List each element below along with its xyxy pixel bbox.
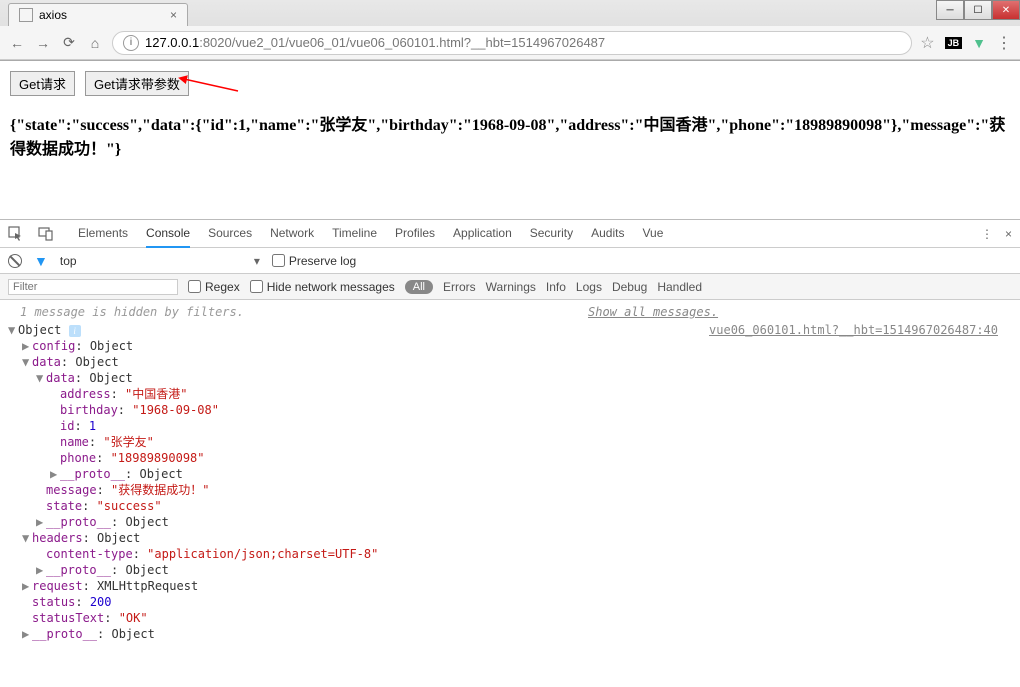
tree-row[interactable]: ▶config: Object	[8, 338, 1012, 354]
tab-profiles[interactable]: Profiles	[395, 220, 435, 248]
devtools-panel: Elements Console Sources Network Timelin…	[0, 219, 1020, 687]
home-button[interactable]: ⌂	[86, 34, 104, 52]
tree-row: birthday: "1968-09-08"	[8, 402, 1012, 418]
regex-checkbox[interactable]: Regex	[188, 280, 240, 294]
tab-console[interactable]: Console	[146, 220, 190, 248]
tree-row: name: "张学友"	[8, 434, 1012, 450]
tab-elements[interactable]: Elements	[78, 220, 128, 248]
inspect-icon[interactable]	[8, 226, 24, 242]
tree-row: address: "中国香港"	[8, 386, 1012, 402]
tab-application[interactable]: Application	[453, 220, 512, 248]
minimize-button[interactable]: ─	[936, 0, 964, 20]
console-filterbar: Regex Hide network messages All Errors W…	[0, 274, 1020, 300]
tree-row: phone: "18989890098"	[8, 450, 1012, 466]
context-dropdown[interactable]: top	[60, 254, 260, 268]
tab-close-icon[interactable]: ×	[170, 8, 177, 22]
tree-row[interactable]: ▼data: Object	[8, 354, 1012, 370]
tree-row[interactable]: ▶__proto__: Object	[8, 626, 1012, 642]
tab-title: axios	[39, 8, 67, 22]
forward-button[interactable]: →	[34, 34, 52, 52]
vue-devtools-icon[interactable]: ▼	[972, 35, 986, 51]
url-port: :8020	[199, 35, 232, 50]
tree-row[interactable]: ▼data: Object	[8, 370, 1012, 386]
console-body: 1 message is hidden by filters. Show all…	[0, 300, 1020, 687]
show-all-link[interactable]: Show all messages.	[588, 304, 718, 320]
tree-row[interactable]: ▶request: XMLHttpRequest	[8, 578, 1012, 594]
address-bar: ← → ⟳ ⌂ i 127.0.0.1:8020/vue2_01/vue06_0…	[0, 26, 1020, 60]
tab-audits[interactable]: Audits	[591, 220, 624, 248]
close-button[interactable]: ✕	[992, 0, 1020, 20]
filter-all-pill[interactable]: All	[405, 280, 433, 294]
filter-errors[interactable]: Errors	[443, 280, 476, 294]
hide-network-checkbox[interactable]: Hide network messages	[250, 280, 395, 294]
tree-row: status: 200	[8, 594, 1012, 610]
filter-warnings[interactable]: Warnings	[486, 280, 536, 294]
url-host: 127.0.0.1	[145, 35, 199, 50]
tree-row: id: 1	[8, 418, 1012, 434]
window-controls: ─ ☐ ✕	[936, 0, 1020, 20]
tab-network[interactable]: Network	[270, 220, 314, 248]
menu-icon[interactable]: ⋮	[996, 33, 1012, 53]
bookmark-icon[interactable]: ☆	[920, 33, 934, 53]
tree-row[interactable]: ▶__proto__: Object	[8, 466, 1012, 482]
tab-bar: axios ×	[0, 0, 1020, 26]
devtools-tabs: Elements Console Sources Network Timelin…	[78, 220, 663, 248]
devtools-close-icon[interactable]: ×	[1005, 227, 1012, 241]
devtools-header: Elements Console Sources Network Timelin…	[0, 220, 1020, 248]
tree-row[interactable]: ▶__proto__: Object	[8, 514, 1012, 530]
tree-row: state: "success"	[8, 498, 1012, 514]
json-output: {"state":"success","data":{"id":1,"name"…	[10, 114, 1010, 162]
jb-extension-icon[interactable]: JB	[945, 37, 963, 49]
url-path: /vue2_01/vue06_01/vue06_060101.html?__hb…	[232, 35, 605, 50]
source-link[interactable]: vue06_060101.html?__hbt=1514967026487:40	[709, 322, 998, 338]
tab-security[interactable]: Security	[530, 220, 573, 248]
tree-row[interactable]: ▼headers: Object	[8, 530, 1012, 546]
page-content: Get请求 Get请求带参数 {"state":"success","data"…	[0, 61, 1020, 172]
tree-row: message: "获得数据成功！"	[8, 482, 1012, 498]
reload-button[interactable]: ⟳	[60, 34, 78, 52]
tree-row: statusText: "OK"	[8, 610, 1012, 626]
browser-tab[interactable]: axios ×	[8, 3, 188, 26]
filter-logs[interactable]: Logs	[576, 280, 602, 294]
tab-sources[interactable]: Sources	[208, 220, 252, 248]
info-icon[interactable]: i	[69, 325, 81, 337]
preserve-log-checkbox[interactable]: Preserve log	[272, 254, 356, 268]
page-icon	[19, 8, 33, 22]
filter-icon[interactable]: ▼	[34, 253, 48, 269]
toolbar-icons: ☆ JB ▼ ⋮	[920, 33, 1012, 53]
filter-input[interactable]	[8, 279, 178, 295]
site-info-icon[interactable]: i	[123, 35, 139, 51]
tree-row: content-type: "application/json;charset=…	[8, 546, 1012, 562]
tab-timeline[interactable]: Timeline	[332, 220, 377, 248]
get-request-params-button[interactable]: Get请求带参数	[85, 71, 189, 96]
filter-info[interactable]: Info	[546, 280, 566, 294]
tree-row[interactable]: ▶__proto__: Object	[8, 562, 1012, 578]
back-button[interactable]: ←	[8, 34, 26, 52]
filter-handled[interactable]: Handled	[657, 280, 702, 294]
url-input[interactable]: i 127.0.0.1:8020/vue2_01/vue06_01/vue06_…	[112, 31, 912, 55]
console-toolbar: ▼ top Preserve log	[0, 248, 1020, 274]
hidden-message-notice: 1 message is hidden by filters.	[8, 303, 256, 321]
clear-console-icon[interactable]	[8, 254, 22, 268]
devtools-menu-icon[interactable]: ⋮	[981, 227, 993, 241]
get-request-button[interactable]: Get请求	[10, 71, 75, 96]
maximize-button[interactable]: ☐	[964, 0, 992, 20]
device-toggle-icon[interactable]	[38, 226, 54, 242]
filter-debug[interactable]: Debug	[612, 280, 647, 294]
browser-chrome: ─ ☐ ✕ axios × ← → ⟳ ⌂ i 127.0.0.1:8020/v…	[0, 0, 1020, 61]
tab-vue[interactable]: Vue	[642, 220, 663, 248]
